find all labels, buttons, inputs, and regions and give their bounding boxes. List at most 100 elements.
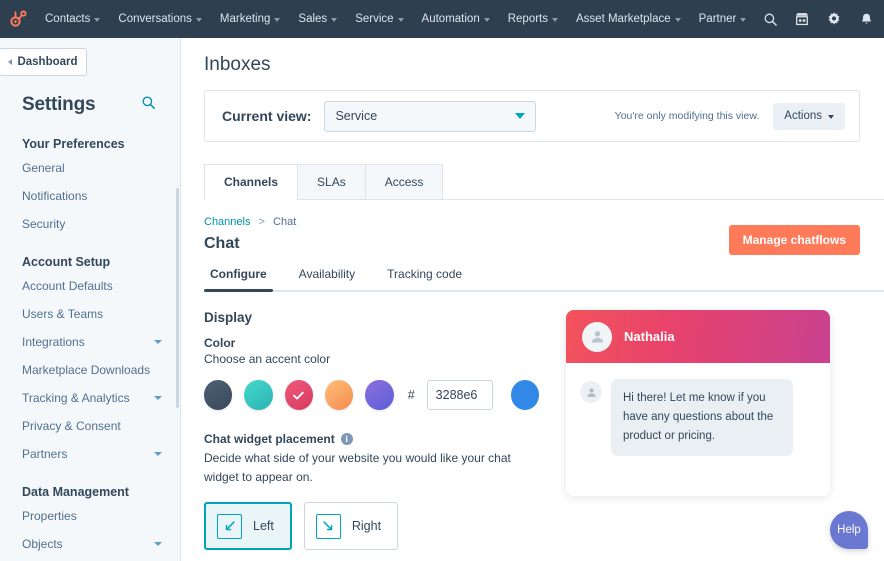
search-icon[interactable]	[755, 4, 785, 34]
chevron-down-icon	[484, 18, 490, 22]
chevron-left-icon	[8, 59, 12, 65]
nav-item-contacts[interactable]: Contacts	[36, 0, 109, 38]
sidebar-section-your-preferences: Your Preferences	[0, 120, 180, 154]
color-heading: Color	[204, 336, 539, 350]
hubspot-sprocket-icon[interactable]	[8, 6, 28, 32]
nav-item-reports[interactable]: Reports	[499, 0, 567, 38]
sidebar-item-partners[interactable]: Partners	[0, 440, 180, 468]
gear-icon[interactable]	[819, 4, 849, 34]
hex-color-preview	[511, 380, 539, 410]
chat-subtabs: Configure Availability Tracking code	[204, 267, 884, 292]
chevron-down-icon	[154, 396, 162, 400]
sidebar-section-data-management: Data Management	[0, 468, 180, 502]
search-icon[interactable]	[141, 95, 156, 115]
placement-options: Left Right	[204, 502, 539, 550]
modifying-view-note: You're only modifying this view.	[615, 110, 760, 122]
placement-option-label: Left	[253, 519, 274, 533]
nav-item-asset-marketplace[interactable]: Asset Marketplace	[567, 0, 690, 38]
main-menu: Contacts Conversations Marketing Sales S…	[36, 0, 755, 38]
tab-access[interactable]: Access	[365, 164, 444, 200]
nav-item-automation[interactable]: Automation	[413, 0, 499, 38]
nav-label: Conversations	[118, 13, 192, 25]
sidebar-item-properties[interactable]: Properties	[0, 502, 180, 530]
chat-preview-body: Hi there! Let me know if you have any qu…	[566, 363, 830, 496]
tab-slas[interactable]: SLAs	[297, 164, 365, 200]
page-title: Settings	[22, 94, 95, 116]
placement-option-left[interactable]: Left	[204, 502, 292, 550]
nav-label: Automation	[422, 13, 480, 25]
actions-button[interactable]: Actions	[773, 103, 845, 130]
current-view-value: Service	[335, 109, 377, 123]
nav-item-conversations[interactable]: Conversations	[109, 0, 211, 38]
nav-item-sales[interactable]: Sales	[289, 0, 346, 38]
chat-title: Chat	[204, 235, 240, 253]
back-to-dashboard-button[interactable]: Dashboard	[0, 48, 87, 76]
tab-channels[interactable]: Channels	[204, 164, 297, 200]
sidebar-item-label: General	[22, 161, 65, 175]
display-heading: Display	[204, 310, 539, 325]
chat-preview-header: Nathalia	[566, 310, 830, 363]
sidebar-item-users-teams[interactable]: Users & Teams	[0, 300, 180, 328]
chat-header: Chat Manage chatflows	[181, 228, 884, 255]
color-swatch-teal[interactable]	[244, 380, 272, 410]
placement-option-right[interactable]: Right	[304, 502, 398, 550]
sidebar-section-account-setup: Account Setup	[0, 238, 180, 272]
sidebar-item-notifications[interactable]: Notifications	[0, 182, 180, 210]
bell-icon[interactable]	[851, 4, 881, 34]
sidebar-item-label: Properties	[22, 509, 77, 523]
marketplace-icon[interactable]	[787, 4, 817, 34]
subtab-tracking-code[interactable]: Tracking code	[371, 267, 478, 292]
sidebar-item-privacy-consent[interactable]: Privacy & Consent	[0, 412, 180, 440]
current-view-select[interactable]: Service	[324, 101, 536, 132]
color-swatch-orange[interactable]	[325, 380, 353, 410]
chat-agent-name: Nathalia	[624, 329, 675, 344]
breadcrumb-current: Chat	[273, 216, 296, 228]
manage-chatflows-button[interactable]: Manage chatflows	[729, 225, 860, 255]
chevron-down-icon	[331, 18, 337, 22]
color-swatch-pink-selected[interactable]	[285, 380, 313, 410]
breadcrumb: Channels > Chat	[181, 200, 884, 228]
placement-description: Decide what side of your website you wou…	[204, 449, 529, 486]
sidebar-item-general[interactable]: General	[0, 154, 180, 182]
sidebar-item-objects[interactable]: Objects	[0, 530, 180, 558]
tab-label: Access	[385, 175, 424, 189]
sidebar-item-integrations[interactable]: Integrations	[0, 328, 180, 356]
breadcrumb-channels-link[interactable]: Channels	[204, 216, 250, 228]
color-swatch-purple[interactable]	[365, 380, 393, 410]
placement-heading-label: Chat widget placement	[204, 432, 335, 446]
chevron-down-icon	[515, 113, 525, 119]
check-icon	[292, 389, 305, 402]
info-icon[interactable]: i	[341, 433, 353, 445]
sidebar-item-label: Tracking & Analytics	[22, 391, 130, 405]
placement-heading: Chat widget placement i	[204, 432, 539, 446]
sidebar-scrollbar[interactable]	[176, 188, 179, 408]
chevron-down-icon	[740, 18, 746, 22]
nav-item-service[interactable]: Service	[346, 0, 412, 38]
nav-label: Partner	[699, 13, 737, 25]
tab-label: Channels	[224, 175, 278, 189]
hash-symbol: #	[408, 388, 415, 402]
current-view-card: Current view: Service You're only modify…	[204, 90, 860, 142]
main-content: Inboxes Current view: Service You're onl…	[181, 38, 884, 561]
nav-item-marketing[interactable]: Marketing	[211, 0, 290, 38]
chevron-down-icon	[196, 18, 202, 22]
sidebar-item-tracking-analytics[interactable]: Tracking & Analytics	[0, 384, 180, 412]
settings-sidebar: Dashboard Settings Your Preferences Gene…	[0, 38, 181, 561]
subtab-configure[interactable]: Configure	[204, 267, 283, 292]
sidebar-item-marketplace-downloads[interactable]: Marketplace Downloads	[0, 356, 180, 384]
help-button[interactable]: Help	[830, 511, 868, 549]
nav-item-partner[interactable]: Partner	[690, 0, 756, 38]
chat-widget-preview: Nathalia Hi there! Let me know if you ha…	[566, 310, 830, 496]
chevron-down-icon	[552, 18, 558, 22]
current-view-label: Current view:	[222, 108, 311, 124]
top-navigation-bar: Contacts Conversations Marketing Sales S…	[0, 0, 884, 38]
color-swatch-slate[interactable]	[204, 380, 232, 410]
subtab-availability[interactable]: Availability	[283, 267, 371, 292]
sidebar-item-label: Account Defaults	[22, 279, 113, 293]
nav-label: Reports	[508, 13, 548, 25]
sidebar-item-account-defaults[interactable]: Account Defaults	[0, 272, 180, 300]
sidebar-item-label: Marketplace Downloads	[22, 363, 150, 377]
sidebar-item-security[interactable]: Security	[0, 210, 180, 238]
back-button-label: Dashboard	[17, 56, 77, 68]
hex-color-input[interactable]	[427, 380, 493, 410]
